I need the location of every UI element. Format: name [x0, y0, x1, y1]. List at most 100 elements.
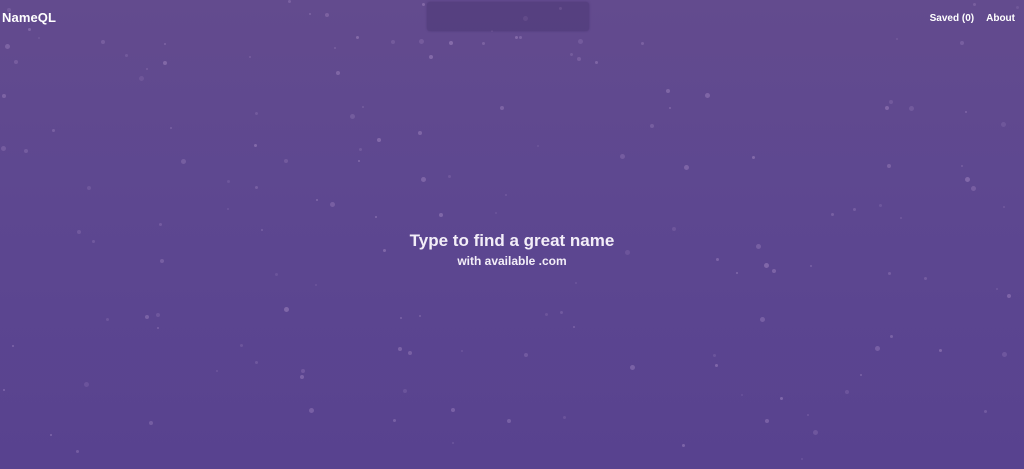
particle-dot [971, 186, 976, 191]
particle-dot [449, 41, 453, 45]
particle-dot [301, 369, 305, 373]
particle-dot [164, 43, 166, 45]
particle-dot [403, 389, 407, 393]
particle-dot [28, 28, 31, 31]
particle-dot [909, 106, 914, 111]
particle-dot [76, 450, 79, 453]
particle-dot [760, 317, 765, 322]
particle-dot [163, 61, 167, 65]
particle-dot [630, 365, 635, 370]
particle-dot [482, 42, 485, 45]
particle-dot [741, 394, 743, 396]
particle-dot [316, 199, 318, 201]
particle-dot [595, 61, 598, 64]
particle-dot [1003, 206, 1005, 208]
particle-dot [560, 311, 563, 314]
particle-dot [461, 350, 463, 352]
particle-dot [419, 39, 424, 44]
particle-dot [14, 60, 18, 64]
particle-dot [684, 165, 689, 170]
particle-dot [939, 349, 942, 352]
particle-dot [146, 68, 148, 70]
search-input[interactable] [427, 2, 589, 31]
particle-dot [87, 186, 91, 190]
particle-dot [1016, 6, 1019, 9]
particle-dot [145, 315, 149, 319]
particle-dot [669, 107, 671, 109]
particle-dot [50, 434, 52, 436]
particle-dot [973, 3, 976, 6]
particle-dot [227, 208, 229, 210]
particle-dot [362, 106, 364, 108]
particle-dot [524, 353, 528, 357]
particle-dot [422, 3, 425, 6]
particle-dot [831, 213, 834, 216]
particle-dot [3, 389, 5, 391]
particle-dot [255, 361, 258, 364]
particle-dot [452, 442, 454, 444]
particle-dot [924, 277, 927, 280]
particle-dot [156, 313, 160, 317]
particle-dot [965, 111, 967, 113]
particle-dot [255, 186, 258, 189]
particle-dot [408, 351, 412, 355]
particle-dot [545, 313, 548, 316]
particle-dot [888, 272, 891, 275]
top-nav: Saved (0) About [930, 13, 1015, 24]
particle-dot [38, 37, 40, 39]
particle-dot [288, 0, 291, 3]
particle-dot [309, 13, 311, 15]
particle-dot [334, 47, 336, 49]
particle-dot [315, 284, 317, 286]
particle-dot [255, 112, 258, 115]
hero-subtitle: with available .com [457, 254, 567, 268]
particle-dot [101, 40, 105, 44]
particle-dot [350, 114, 355, 119]
particle-dot [227, 180, 230, 183]
particle-dot [620, 154, 625, 159]
particle-dot [439, 213, 443, 217]
particle-dot [418, 131, 422, 135]
particle-dot [1, 146, 6, 151]
particle-dot [519, 36, 522, 39]
logo[interactable]: NameQL [2, 10, 56, 25]
particle-dot [563, 416, 566, 419]
particle-dot [650, 124, 654, 128]
particle-dot [106, 318, 109, 321]
particle-dot [391, 40, 395, 44]
particle-dot [393, 419, 396, 422]
particle-dot [875, 346, 880, 351]
particle-dot [666, 89, 670, 93]
particle-dot [254, 144, 257, 147]
particle-dot [765, 419, 769, 423]
particle-dot [330, 202, 335, 207]
particle-dot [515, 36, 518, 39]
particle-dot [125, 54, 128, 57]
particle-dot [1001, 122, 1006, 127]
particle-dot [879, 204, 882, 207]
particle-dot [505, 194, 507, 196]
particle-dot [1002, 352, 1007, 357]
particle-dot [448, 175, 451, 178]
particle-dot [996, 288, 998, 290]
particle-dot [537, 145, 539, 147]
particle-dot [149, 421, 153, 425]
particle-dot [5, 44, 10, 49]
about-link[interactable]: About [986, 13, 1015, 24]
particle-dot [713, 354, 716, 357]
particle-dot [429, 55, 433, 59]
particle-dot [1007, 294, 1011, 298]
particle-dot [356, 36, 359, 39]
particle-dot [309, 408, 314, 413]
particle-dot [358, 160, 360, 162]
particle-dot [170, 127, 172, 129]
particle-dot [813, 430, 818, 435]
particle-dot [2, 94, 6, 98]
particle-dot [275, 273, 278, 276]
particle-dot [336, 71, 340, 75]
particle-dot [682, 444, 685, 447]
saved-link[interactable]: Saved (0) [930, 13, 974, 24]
particle-dot [495, 212, 497, 214]
particle-dot [887, 164, 891, 168]
particle-dot [960, 41, 964, 45]
